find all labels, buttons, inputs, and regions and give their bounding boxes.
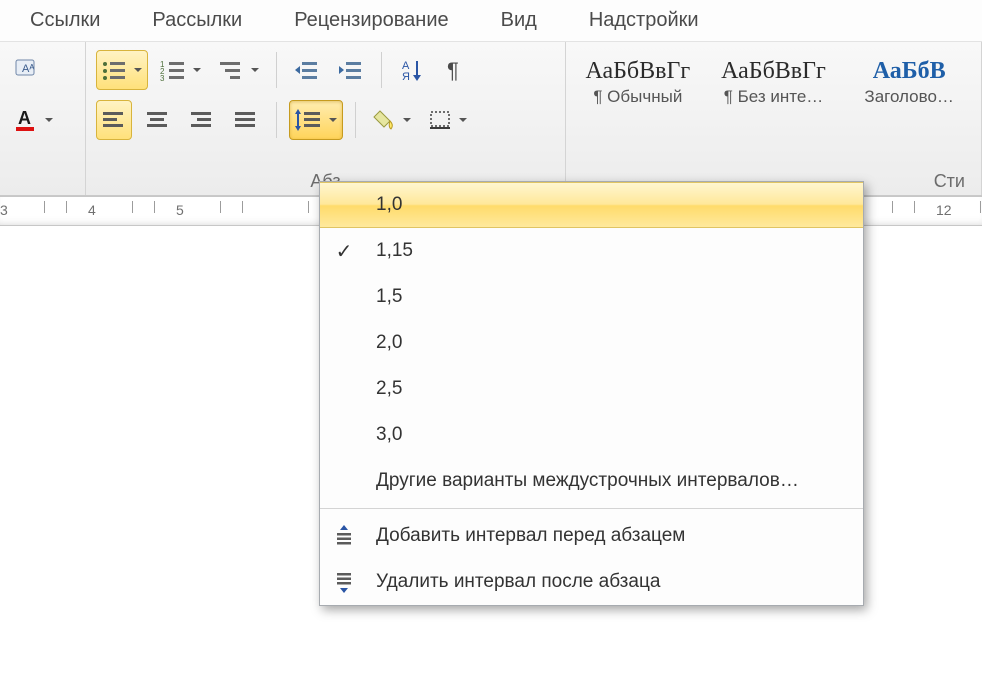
- menu-item-label: Другие варианты междустрочных интервалов…: [376, 470, 799, 492]
- menu-icon-slot: [328, 327, 360, 359]
- tab-addins[interactable]: Надстройки: [589, 9, 699, 32]
- style-name-label: ¶ Без инте…: [712, 87, 836, 107]
- menu-separator: [320, 508, 863, 509]
- line-spacing-button[interactable]: [289, 100, 343, 140]
- style-no-spacing[interactable]: АаБбВвГг ¶ Без инте…: [712, 56, 836, 107]
- menu-icon-slot: [328, 465, 360, 497]
- space-before-icon: [328, 520, 360, 552]
- font-color-button[interactable]: A: [10, 100, 58, 140]
- svg-text:¶: ¶: [447, 58, 459, 82]
- line-spacing-option-2-5[interactable]: 2,5: [320, 366, 863, 412]
- style-heading-1[interactable]: АаБбВ Заголово…: [847, 56, 971, 107]
- style-name-label: Заголово…: [847, 87, 971, 107]
- separator: [355, 102, 356, 138]
- menu-item-label: Добавить интервал перед абзацем: [376, 525, 685, 547]
- align-right-button[interactable]: [184, 100, 220, 140]
- style-name-label: ¶ Обычный: [576, 87, 700, 107]
- ruler-tick: 5: [176, 202, 184, 218]
- align-left-button[interactable]: [96, 100, 132, 140]
- separator: [381, 52, 382, 88]
- group-paragraph: 123 AЯ ¶: [86, 42, 566, 195]
- group-label-font: [10, 188, 75, 192]
- ruler-tick: 12: [936, 202, 952, 218]
- increase-indent-button[interactable]: [333, 50, 369, 90]
- line-spacing-options-more[interactable]: Другие варианты междустрочных интервалов…: [320, 458, 863, 504]
- show-hide-marks-button[interactable]: ¶: [438, 50, 474, 90]
- bullets-button[interactable]: [96, 50, 148, 90]
- line-spacing-option-1-5[interactable]: 1,5: [320, 274, 863, 320]
- svg-text:A: A: [18, 108, 31, 128]
- line-spacing-option-1-15[interactable]: ✓ 1,15: [320, 228, 863, 274]
- menu-icon-slot: [328, 419, 360, 451]
- add-space-before-paragraph[interactable]: Добавить интервал перед абзацем: [320, 513, 863, 559]
- ruler-tick: 3: [0, 202, 8, 218]
- ribbon: Aᴬ A 123: [0, 42, 982, 196]
- style-sample: АаБбВ: [847, 56, 971, 85]
- decrease-indent-button[interactable]: [289, 50, 325, 90]
- group-styles: АаБбВвГг ¶ Обычный АаБбВвГг ¶ Без инте… …: [566, 42, 982, 195]
- menu-item-label: 3,0: [376, 424, 402, 446]
- tab-view[interactable]: Вид: [501, 9, 537, 32]
- borders-button[interactable]: [424, 100, 472, 140]
- menu-item-label: 1,0: [376, 194, 402, 216]
- line-spacing-option-1-0[interactable]: 1,0: [320, 182, 863, 228]
- sort-button[interactable]: AЯ: [394, 50, 430, 90]
- style-normal[interactable]: АаБбВвГг ¶ Обычный: [576, 56, 700, 107]
- line-spacing-menu: 1,0 ✓ 1,15 1,5 2,0 2,5 3,0 Другие вариан…: [319, 181, 864, 606]
- group-font-partial: Aᴬ A: [0, 42, 86, 195]
- align-center-button[interactable]: [140, 100, 176, 140]
- line-spacing-option-3-0[interactable]: 3,0: [320, 412, 863, 458]
- ribbon-tabs: Ссылки Рассылки Рецензирование Вид Надст…: [0, 0, 982, 42]
- separator: [276, 102, 277, 138]
- menu-item-label: Удалить интервал после абзаца: [376, 571, 660, 593]
- svg-text:Aᴬ: Aᴬ: [22, 63, 34, 75]
- svg-text:3: 3: [160, 74, 165, 81]
- remove-space-after-paragraph[interactable]: Удалить интервал после абзаца: [320, 559, 863, 605]
- char-shading-button[interactable]: Aᴬ: [10, 50, 46, 90]
- numbering-button[interactable]: 123: [156, 50, 206, 90]
- separator: [276, 52, 277, 88]
- menu-icon-slot: [328, 373, 360, 405]
- menu-item-label: 2,5: [376, 378, 402, 400]
- align-justify-button[interactable]: [228, 100, 264, 140]
- tab-review[interactable]: Рецензирование: [294, 9, 448, 32]
- multilevel-list-button[interactable]: [214, 50, 264, 90]
- menu-item-label: 1,5: [376, 286, 402, 308]
- style-sample: АаБбВвГг: [576, 56, 700, 85]
- style-sample: АаБбВвГг: [712, 56, 836, 85]
- menu-item-label: 2,0: [376, 332, 402, 354]
- menu-item-label: 1,15: [376, 240, 413, 262]
- shading-button[interactable]: [368, 100, 416, 140]
- tab-references[interactable]: Ссылки: [30, 9, 100, 32]
- menu-icon-slot: [328, 189, 360, 221]
- space-after-icon: [328, 566, 360, 598]
- svg-text:Я: Я: [402, 71, 410, 82]
- line-spacing-option-2-0[interactable]: 2,0: [320, 320, 863, 366]
- ruler-tick: 4: [88, 202, 96, 218]
- tab-mailings[interactable]: Рассылки: [152, 9, 242, 32]
- checkmark-icon: ✓: [328, 235, 360, 267]
- menu-icon-slot: [328, 281, 360, 313]
